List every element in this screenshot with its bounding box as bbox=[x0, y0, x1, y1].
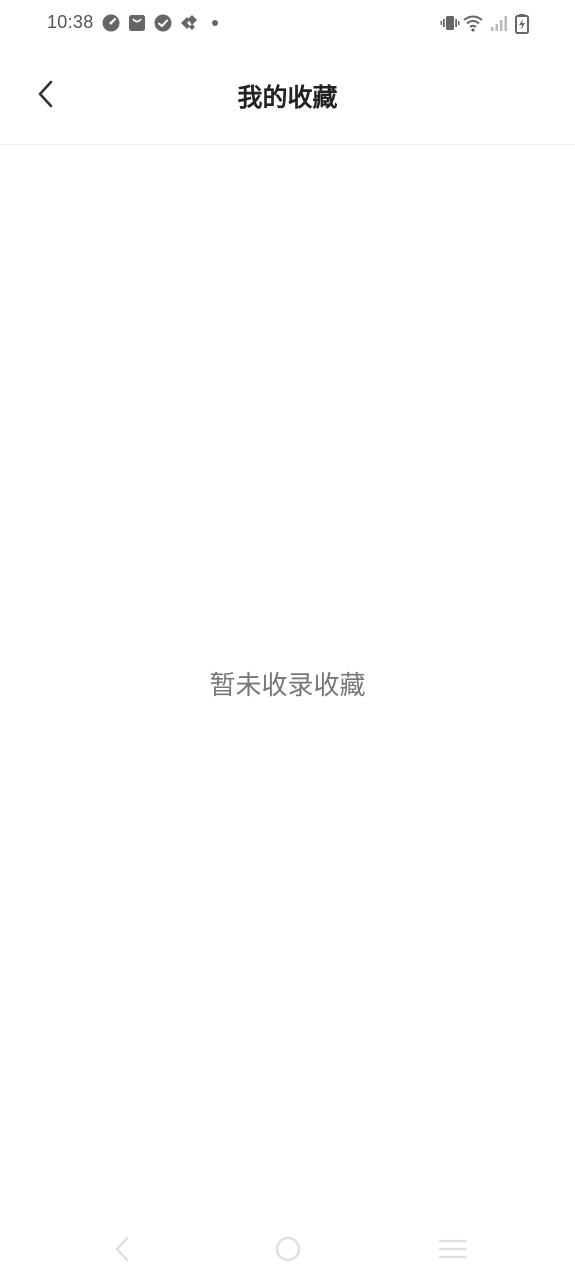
nav-home-button[interactable] bbox=[271, 1236, 305, 1266]
page-title: 我的收藏 bbox=[237, 83, 338, 112]
gauge-icon bbox=[102, 14, 120, 32]
back-nav-icon bbox=[112, 1235, 132, 1267]
menu-nav-icon bbox=[438, 1237, 468, 1265]
bag-icon bbox=[128, 14, 146, 32]
nav-menu-button[interactable] bbox=[436, 1236, 470, 1266]
home-nav-icon bbox=[273, 1234, 303, 1268]
check-circle-icon bbox=[154, 14, 172, 32]
header-bar: 我的收藏 bbox=[0, 48, 575, 145]
dot-icon bbox=[206, 14, 224, 32]
empty-state-message: 暂未收录收藏 bbox=[209, 671, 366, 701]
diamond-app-icon bbox=[180, 14, 198, 32]
vibrate-icon bbox=[440, 14, 460, 32]
nav-back-button[interactable] bbox=[105, 1236, 139, 1266]
system-nav-bar bbox=[0, 1224, 575, 1280]
wifi-icon bbox=[463, 14, 483, 32]
signal-icon bbox=[489, 14, 509, 32]
battery-charging-icon bbox=[514, 14, 530, 34]
status-bar: 10:38 bbox=[0, 0, 575, 48]
favorites-screen: 10:38 我的收藏 暂未收录收藏 bbox=[0, 0, 575, 1280]
status-time: 10:38 bbox=[47, 12, 94, 32]
